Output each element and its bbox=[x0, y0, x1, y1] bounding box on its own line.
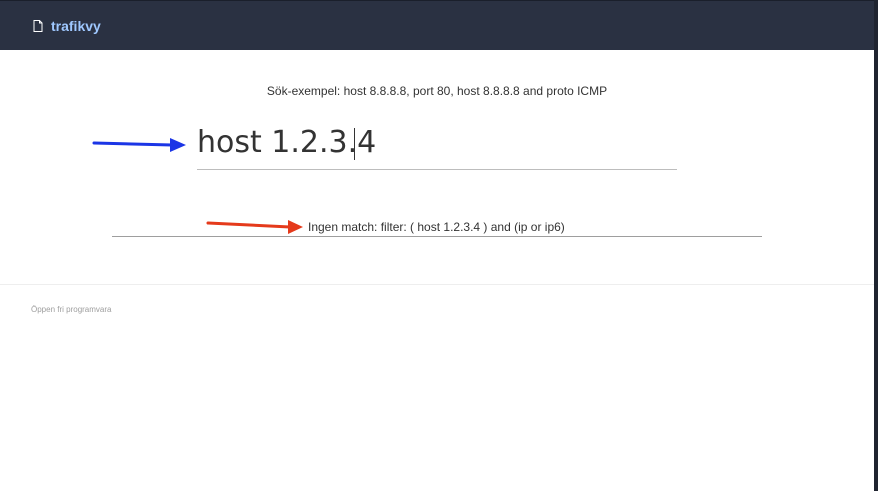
footer-text: Öppen fri programvara bbox=[31, 305, 112, 314]
window-edge bbox=[874, 0, 878, 491]
red-arrow-icon bbox=[206, 220, 303, 234]
footer-divider bbox=[0, 284, 874, 285]
blue-arrow-icon bbox=[92, 138, 186, 152]
search-examples-text: Sök-exempel: host 8.8.8.8, port 80, host… bbox=[266, 84, 608, 98]
text-caret bbox=[354, 128, 355, 160]
page: trafikvy Sök-exempel: host 8.8.8.8, port… bbox=[0, 0, 878, 491]
result-message: Ingen match: filter: ( host 1.2.3.4 ) an… bbox=[308, 220, 565, 234]
search-input[interactable] bbox=[197, 120, 677, 166]
app-title[interactable]: trafikvy bbox=[51, 17, 101, 35]
top-navigation-bar: trafikvy bbox=[0, 0, 874, 50]
document-icon bbox=[33, 20, 43, 32]
brand-link[interactable]: trafikvy bbox=[33, 17, 101, 35]
search-field[interactable] bbox=[197, 120, 677, 170]
